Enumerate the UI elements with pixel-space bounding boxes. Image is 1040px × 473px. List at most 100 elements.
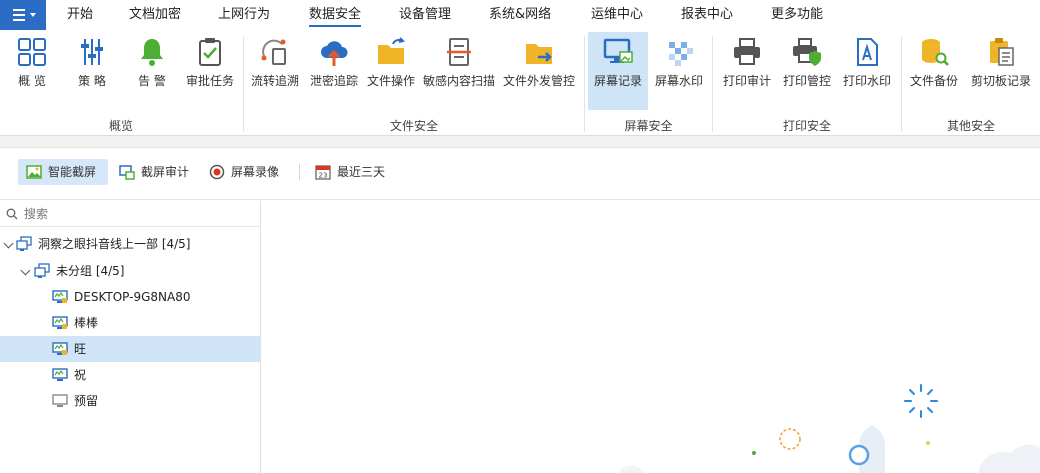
tree-node-group[interactable]: 未分组 [4/5] <box>0 258 260 284</box>
search-icon <box>6 208 18 220</box>
search-box <box>0 201 260 227</box>
menu-tab-start[interactable]: 开始 <box>67 0 93 30</box>
screen-record-label: 屏幕记录 <box>593 74 642 88</box>
capture-audit-label: 截屏审计 <box>141 165 190 179</box>
date-range-label: 最近三天 <box>337 165 386 179</box>
capture-audit-button[interactable]: 截屏审计 <box>111 159 197 185</box>
clipboard-record-button[interactable]: 剪切板记录 <box>966 32 1036 110</box>
document-scan-icon <box>447 38 471 66</box>
tree-device-row[interactable]: 预留 <box>0 388 260 414</box>
screen-record-button[interactable]: 屏幕记录 <box>588 32 648 110</box>
overview-button[interactable]: 概 览 <box>6 32 58 110</box>
screen-video-button[interactable]: 屏幕录像 <box>201 159 291 185</box>
tree-device-label: 棒棒 <box>74 316 99 330</box>
folder-icon <box>378 37 405 64</box>
app-menu-button[interactable] <box>0 0 46 30</box>
alert-label: 告 警 <box>138 74 166 88</box>
policy-label: 策 略 <box>78 74 106 88</box>
ribbon-divider-strip <box>0 136 1040 148</box>
document-letter-icon <box>857 38 878 66</box>
tree-device-row[interactable]: 祝 <box>0 362 260 388</box>
printer-shield-icon <box>793 38 821 66</box>
toolbar-separator <box>299 164 300 180</box>
clipboard-check-icon <box>199 38 221 66</box>
ribbon: 概 览 策 略 告 警 审批任务 概览 流转追溯 泄密追踪 文件操作 敏感内容扫… <box>0 30 1040 136</box>
flow-trace-label: 流转追溯 <box>250 74 299 88</box>
tree-node-label: 未分组 [4/5] <box>56 264 125 278</box>
file-backup-label: 文件备份 <box>909 74 958 88</box>
file-ops-button[interactable]: 文件操作 <box>365 32 417 110</box>
computer-online-icon <box>52 368 68 381</box>
screen-watermark-button[interactable]: 屏幕水印 <box>651 32 707 110</box>
menu-tab-doc-encrypt[interactable]: 文档加密 <box>129 0 181 30</box>
file-ops-label: 文件操作 <box>366 74 415 88</box>
flow-trace-icon <box>261 39 286 65</box>
group-label-print-security: 打印安全 <box>782 119 831 133</box>
leak-trace-button[interactable]: 泄密追踪 <box>306 32 362 110</box>
group-label-overview: 概览 <box>108 119 133 133</box>
menu-tab-web-behavior[interactable]: 上网行为 <box>218 0 270 30</box>
menu-tab-data-security[interactable]: 数据安全 <box>309 0 362 30</box>
menu-tab-ops-center[interactable]: 运维中心 <box>591 0 643 30</box>
chevron-down-icon[interactable] <box>3 238 14 249</box>
computer-online-icon <box>52 290 68 303</box>
computer-online-icon <box>52 316 68 329</box>
menu-tab-device-mgmt[interactable]: 设备管理 <box>399 0 451 30</box>
menu-tab-more[interactable]: 更多功能 <box>771 0 823 30</box>
outbound-control-button[interactable]: 文件外发管控 <box>500 32 578 110</box>
app-window: 开始 文档加密 上网行为 数据安全 设备管理 系统&网络 运维中心 报表中心 更… <box>0 0 1040 473</box>
tree-device-label: 预留 <box>74 394 99 408</box>
tree-device-row[interactable]: DESKTOP-9G8NA80 <box>0 284 260 310</box>
tree-device-label: DESKTOP-9G8NA80 <box>74 290 191 304</box>
database-search-icon <box>922 39 949 66</box>
clipboard-icon <box>990 38 1014 66</box>
decorative-dot <box>752 451 756 455</box>
sliders-icon <box>81 39 103 65</box>
calendar-icon: 23 <box>315 165 331 180</box>
menu-tab-report-center[interactable]: 报表中心 <box>681 0 733 30</box>
smart-capture-button[interactable]: 智能截屏 <box>18 159 108 185</box>
policy-button[interactable]: 策 略 <box>66 32 118 110</box>
checker-icon <box>669 42 693 66</box>
tree-device-row[interactable]: 棒棒 <box>0 310 260 336</box>
approval-task-label: 审批任务 <box>185 74 234 88</box>
computer-group-icon <box>16 236 32 251</box>
tree-node-root[interactable]: 洞察之眼抖音线上一部 [4/5] <box>0 231 260 257</box>
group-label-other-security: 其他安全 <box>946 119 995 133</box>
sensitive-scan-button[interactable]: 敏感内容扫描 <box>421 32 497 110</box>
printer-icon <box>734 38 760 65</box>
monitor-image-icon <box>603 38 633 63</box>
group-label-file-security: 文件安全 <box>389 119 438 133</box>
computer-online-icon <box>52 342 68 355</box>
record-icon <box>209 164 225 180</box>
bell-icon <box>141 39 163 66</box>
decorative-dot <box>926 441 930 445</box>
image-icon <box>26 165 42 179</box>
approval-task-button[interactable]: 审批任务 <box>182 32 238 110</box>
alert-button[interactable]: 告 警 <box>126 32 178 110</box>
print-watermark-button[interactable]: 打印水印 <box>838 32 896 110</box>
loading-illustration <box>619 384 1040 473</box>
sensitive-scan-label: 敏感内容扫描 <box>422 74 495 88</box>
file-backup-button[interactable]: 文件备份 <box>905 32 963 110</box>
search-input[interactable] <box>24 204 254 224</box>
computer-group-icon <box>34 263 50 278</box>
print-audit-button[interactable]: 打印审计 <box>718 32 776 110</box>
print-control-button[interactable]: 打印管控 <box>778 32 836 110</box>
smart-capture-label: 智能截屏 <box>48 165 97 179</box>
rocket-icon <box>848 425 885 473</box>
clipboard-record-label: 剪切板记录 <box>970 74 1031 88</box>
date-range-button[interactable]: 23 最近三天 <box>307 159 393 185</box>
folder-export-icon <box>526 44 552 64</box>
flow-trace-button[interactable]: 流转追溯 <box>247 32 303 110</box>
main-content-area <box>261 201 1040 473</box>
overview-label: 概 览 <box>18 74 46 88</box>
tree-device-label: 祝 <box>74 368 87 382</box>
outbound-control-label: 文件外发管控 <box>502 74 575 88</box>
cloud-shape <box>619 465 645 473</box>
tree-device-row-selected[interactable]: 旺 <box>0 336 260 362</box>
chevron-down-icon[interactable] <box>20 265 31 276</box>
menu-tab-system-network[interactable]: 系统&网络 <box>489 0 551 30</box>
cloud-shape <box>979 444 1040 473</box>
computer-offline-icon <box>52 394 68 407</box>
